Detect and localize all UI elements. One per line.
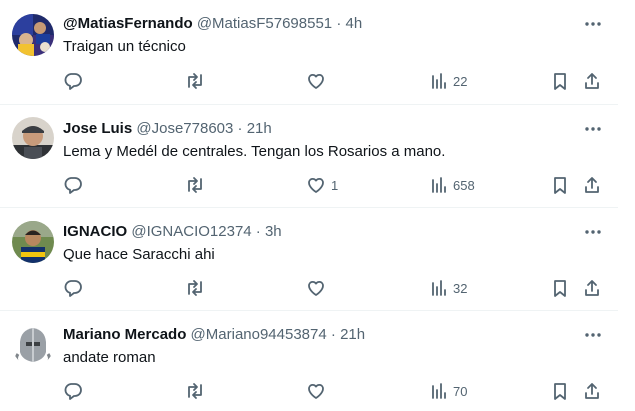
retweet-icon: [188, 73, 202, 89]
like-button[interactable]: [306, 71, 331, 91]
share-icon: [585, 280, 599, 296]
like-count: 1: [331, 177, 339, 193]
bookmark-icon: [554, 280, 566, 297]
like-button[interactable]: [306, 278, 331, 298]
tweet-text: Que hace Saracchi ahi: [63, 246, 215, 263]
bookmark-button[interactable]: [551, 381, 569, 401]
reply-icon: [64, 73, 82, 90]
heart-icon: [308, 280, 324, 296]
views-button[interactable]: 658: [430, 175, 475, 195]
bookmark-icon: [554, 383, 566, 400]
timestamp[interactable]: 3h: [265, 223, 282, 240]
user-handle[interactable]: @Jose778603: [136, 120, 233, 137]
more-options-icon[interactable]: [582, 223, 604, 241]
share-button[interactable]: [582, 381, 602, 401]
views-button[interactable]: 22: [430, 71, 467, 91]
share-icon: [585, 177, 599, 193]
separator-dot: ·: [237, 120, 243, 137]
tweet[interactable]: @MatiasFernando @MatiasF57698551 · 4h Tr…: [0, 0, 618, 104]
tweet[interactable]: Jose Luis @Jose778603 · 21h Lema y Medél…: [0, 105, 618, 207]
bookmark-icon: [554, 73, 566, 90]
views-chart-icon: [432, 73, 446, 89]
reply-button[interactable]: [63, 278, 83, 298]
more-options-icon[interactable]: [582, 15, 604, 33]
tweet-text: andate roman: [63, 349, 156, 366]
avatar[interactable]: [12, 117, 54, 159]
avatar[interactable]: [12, 14, 54, 56]
user-handle[interactable]: @IGNACIO12374: [131, 223, 251, 240]
reply-button[interactable]: [63, 71, 83, 91]
like-button[interactable]: 1: [306, 175, 338, 195]
bookmark-button[interactable]: [551, 175, 569, 195]
share-icon: [585, 383, 599, 399]
bookmark-icon: [554, 177, 566, 194]
heart-icon: [308, 73, 324, 89]
views-count: 70: [453, 383, 468, 399]
user-handle[interactable]: @Mariano94453874: [191, 326, 327, 343]
retweet-button[interactable]: [184, 278, 206, 298]
like-button[interactable]: [306, 381, 331, 401]
more-options-icon[interactable]: [582, 120, 604, 138]
retweet-button[interactable]: [184, 71, 206, 91]
views-chart-icon: [432, 280, 446, 296]
share-icon: [585, 73, 599, 89]
reply-button[interactable]: [63, 175, 83, 195]
avatar[interactable]: [12, 221, 54, 263]
retweet-icon: [188, 383, 202, 399]
views-count: 32: [453, 280, 468, 296]
views-button[interactable]: 32: [430, 278, 467, 298]
display-name[interactable]: @MatiasFernando: [63, 15, 193, 32]
retweet-icon: [188, 280, 202, 296]
views-count: 22: [453, 73, 468, 89]
views-button[interactable]: 70: [430, 381, 467, 401]
tweet-text: Traigan un técnico: [63, 38, 186, 55]
user-handle[interactable]: @MatiasF57698551: [197, 15, 332, 32]
views-chart-icon: [432, 177, 446, 193]
reply-icon: [64, 383, 82, 400]
views-chart-icon: [432, 383, 446, 399]
heart-icon: [308, 177, 324, 193]
reply-icon: [64, 280, 82, 297]
reply-button[interactable]: [63, 381, 83, 401]
tweet[interactable]: Mariano Mercado @Mariano94453874 · 21h a…: [0, 311, 618, 411]
display-name[interactable]: Jose Luis: [63, 120, 132, 137]
retweet-button[interactable]: [184, 381, 206, 401]
bookmark-button[interactable]: [551, 71, 569, 91]
tweet-header: @MatiasFernando @MatiasF57698551 · 4h: [63, 15, 362, 33]
timestamp[interactable]: 21h: [340, 326, 365, 343]
avatar[interactable]: [12, 324, 54, 366]
tweet-text: Lema y Medél de centrales. Tengan los Ro…: [63, 143, 446, 160]
display-name[interactable]: Mariano Mercado: [63, 326, 186, 343]
timestamp[interactable]: 4h: [345, 15, 362, 32]
tweet-header: IGNACIO @IGNACIO12374 · 3h: [63, 223, 282, 241]
separator-dot: ·: [336, 15, 342, 32]
tweet-feed: @MatiasFernando @MatiasF57698551 · 4h Tr…: [0, 0, 635, 411]
share-button[interactable]: [582, 71, 602, 91]
separator-dot: ·: [330, 326, 336, 343]
share-button[interactable]: [582, 278, 602, 298]
more-options-icon[interactable]: [582, 326, 604, 344]
timestamp[interactable]: 21h: [247, 120, 272, 137]
tweet-header: Jose Luis @Jose778603 · 21h: [63, 120, 272, 138]
tweet[interactable]: IGNACIO @IGNACIO12374 · 3h Que hace Sara…: [0, 208, 618, 310]
share-button[interactable]: [582, 175, 602, 195]
retweet-icon: [188, 177, 202, 193]
bookmark-button[interactable]: [551, 278, 569, 298]
tweet-header: Mariano Mercado @Mariano94453874 · 21h: [63, 326, 365, 344]
heart-icon: [308, 383, 324, 399]
display-name[interactable]: IGNACIO: [63, 223, 127, 240]
reply-icon: [64, 177, 82, 194]
retweet-button[interactable]: [184, 175, 206, 195]
views-count: 658: [453, 177, 475, 193]
separator-dot: ·: [255, 223, 261, 240]
